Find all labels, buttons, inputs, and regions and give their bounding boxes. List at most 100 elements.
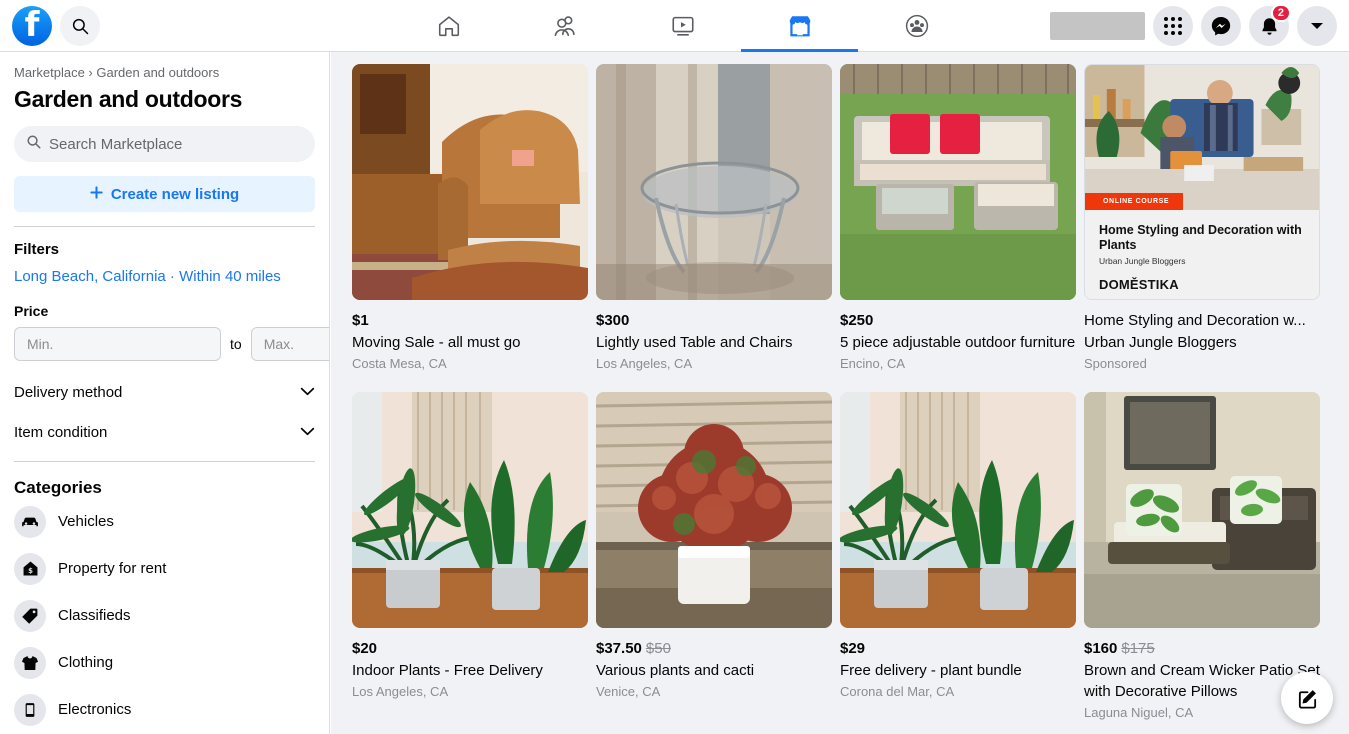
sponsored-ad-body: Home Styling and Decoration with Plants … bbox=[1085, 210, 1319, 299]
sponsored-ad-title: Home Styling and Decoration with Plants bbox=[1099, 223, 1302, 252]
marketplace-sidebar: Marketplace › Garden and outdoors Garden… bbox=[0, 52, 330, 734]
listing-title: 5 piece adjustable outdoor furniture bbox=[840, 334, 1076, 351]
categories-heading: Categories bbox=[14, 478, 102, 497]
sponsored-ad-creative[interactable]: ONLINE COURSE Home Styling and Decoratio… bbox=[1084, 64, 1320, 300]
nav-tab-watch[interactable] bbox=[624, 0, 741, 52]
filters-heading: Filters bbox=[14, 241, 60, 258]
listing-image-glass-table[interactable] bbox=[596, 64, 832, 300]
sponsored-ad-subtitle: Urban Jungle Bloggers bbox=[1099, 256, 1186, 266]
nav-left-group bbox=[0, 4, 330, 46]
bell-icon[interactable]: 2 bbox=[1249, 4, 1291, 46]
listing-location: Costa Mesa, CA bbox=[352, 356, 447, 371]
sponsored-ad-brand: DOMĚSTIKA bbox=[1099, 277, 1179, 292]
listing-image-indoor-plants[interactable] bbox=[352, 392, 588, 628]
search-marketplace-box[interactable] bbox=[14, 126, 315, 162]
breadcrumb[interactable]: Marketplace › Garden and outdoors bbox=[14, 52, 315, 82]
listing-title: Moving Sale - all must go bbox=[352, 334, 521, 351]
tshirt-icon bbox=[14, 646, 46, 679]
nav-center-tabs bbox=[390, 0, 975, 52]
sponsored-label: Sponsored bbox=[1084, 356, 1147, 371]
filter-item-condition[interactable]: Item condition bbox=[14, 423, 315, 441]
listing-title: Indoor Plants - Free Delivery bbox=[352, 662, 543, 679]
sponsored-card-title: Home Styling and Decoration w... bbox=[1084, 312, 1306, 329]
listing-old-price: $175 bbox=[1121, 640, 1155, 657]
listing-card[interactable]: $160 $175 Brown and Cream Wicker Patio Se… bbox=[1084, 392, 1320, 722]
car-icon bbox=[14, 505, 46, 538]
grid-menu-icon[interactable] bbox=[1153, 6, 1193, 46]
price-to-label: to bbox=[230, 336, 242, 352]
listing-card[interactable]: $37.50 $50 Various plants and cacti Venic… bbox=[596, 392, 832, 722]
plus-icon bbox=[90, 185, 103, 203]
nav-tab-friends[interactable] bbox=[507, 0, 624, 52]
search-icon bbox=[26, 134, 41, 154]
listing-title: Lightly used Table and Chairs bbox=[596, 334, 793, 351]
compose-icon[interactable] bbox=[1281, 672, 1333, 724]
nav-right-group: 2 bbox=[1050, 0, 1337, 52]
listing-image-leather-armchair[interactable] bbox=[352, 64, 588, 300]
search-input[interactable] bbox=[49, 135, 303, 153]
phone-icon bbox=[14, 693, 46, 726]
sidebar-item-clothing[interactable]: Clothing bbox=[14, 639, 315, 686]
search-icon[interactable] bbox=[60, 5, 100, 46]
account-chevron-down-icon[interactable] bbox=[1297, 6, 1337, 46]
listing-card[interactable]: $20 Indoor Plants - Free Delivery Los An… bbox=[352, 392, 588, 722]
house-dollar-icon: $ bbox=[14, 552, 46, 585]
create-new-listing-button[interactable]: Create new listing bbox=[14, 176, 315, 212]
location-filter-link[interactable]: Long Beach, California · Within 40 miles bbox=[14, 268, 315, 285]
listing-card[interactable]: $29 Free delivery - plant bundle Corona … bbox=[840, 392, 1076, 722]
sidebar-item-electronics[interactable]: Electronics bbox=[14, 686, 315, 733]
listing-price: $1 bbox=[352, 312, 369, 329]
svg-text:$: $ bbox=[28, 567, 33, 575]
listing-card[interactable]: $300 Lightly used Table and Chairs Los A… bbox=[596, 64, 832, 373]
sponsored-card-subtitle: Urban Jungle Bloggers bbox=[1084, 334, 1237, 351]
profile-name-redacted[interactable] bbox=[1050, 12, 1145, 40]
sidebar-divider-top bbox=[14, 226, 315, 227]
listing-image-plant-bundle[interactable] bbox=[840, 392, 1076, 628]
sidebar-item-classifieds-label: Classifieds bbox=[58, 607, 131, 624]
listing-price: $250 bbox=[840, 312, 874, 329]
listing-image-plants-cacti[interactable] bbox=[596, 392, 832, 628]
sidebar-item-property-for-rent[interactable]: $ Property for rent bbox=[14, 545, 315, 592]
notifications-badge: 2 bbox=[1270, 4, 1291, 22]
listing-title: Free delivery - plant bundle bbox=[840, 662, 1022, 679]
listings-main-area: $1 Moving Sale - all must go Costa Mesa,… bbox=[331, 52, 1349, 734]
listing-location: Corona del Mar, CA bbox=[840, 684, 955, 699]
nav-tab-marketplace[interactable] bbox=[741, 0, 858, 52]
listing-price: $300 bbox=[596, 312, 630, 329]
nav-tab-home[interactable] bbox=[390, 0, 507, 52]
listing-image-wicker-patio-sofa[interactable] bbox=[840, 64, 1076, 300]
sponsored-ad-image: ONLINE COURSE bbox=[1085, 65, 1319, 210]
listing-location: Los Angeles, CA bbox=[596, 356, 693, 371]
listing-price: $20 bbox=[352, 640, 378, 657]
sidebar-item-vehicles[interactable]: Vehicles bbox=[14, 498, 315, 545]
listing-location: Venice, CA bbox=[596, 684, 661, 699]
price-min-input[interactable] bbox=[14, 327, 221, 361]
chevron-down-icon bbox=[300, 423, 315, 441]
listing-location: Los Angeles, CA bbox=[352, 684, 449, 699]
sidebar-item-clothing-label: Clothing bbox=[58, 654, 114, 671]
listing-old-price: $50 bbox=[645, 640, 671, 657]
listing-image-wicker-patio-set[interactable] bbox=[1084, 392, 1320, 628]
messenger-icon[interactable] bbox=[1201, 6, 1241, 46]
listing-price: $37.50 $50 bbox=[596, 640, 671, 657]
page-title: Garden and outdoors bbox=[14, 86, 243, 112]
sidebar-item-property-for-rent-label: Property for rent bbox=[58, 560, 167, 577]
top-navigation-bar: 2 bbox=[0, 0, 1349, 52]
chevron-down-icon bbox=[300, 383, 315, 401]
filter-delivery-method[interactable]: Delivery method bbox=[14, 383, 315, 401]
price-filter-label: Price bbox=[14, 303, 49, 319]
sidebar-item-classifieds[interactable]: Classifieds bbox=[14, 592, 315, 639]
filter-item-condition-label: Item condition bbox=[14, 423, 108, 441]
facebook-logo[interactable] bbox=[12, 4, 52, 46]
listings-grid: $1 Moving Sale - all must go Costa Mesa,… bbox=[352, 64, 1329, 722]
price-max-input[interactable] bbox=[250, 327, 329, 361]
listing-card[interactable]: $250 5 piece adjustable outdoor furnitur… bbox=[840, 64, 1076, 373]
sidebar-item-electronics-label: Electronics bbox=[58, 701, 132, 718]
listing-card[interactable]: $1 Moving Sale - all must go Costa Mesa,… bbox=[352, 64, 588, 373]
grid-menu-dots bbox=[1164, 17, 1182, 35]
listing-title: Various plants and cacti bbox=[596, 662, 755, 679]
price-filter-row: to bbox=[14, 327, 329, 361]
nav-tab-groups[interactable] bbox=[858, 0, 975, 52]
listing-price: $160 $175 bbox=[1084, 640, 1155, 657]
sponsored-ad-card[interactable]: ONLINE COURSE Home Styling and Decoratio… bbox=[1084, 64, 1320, 373]
